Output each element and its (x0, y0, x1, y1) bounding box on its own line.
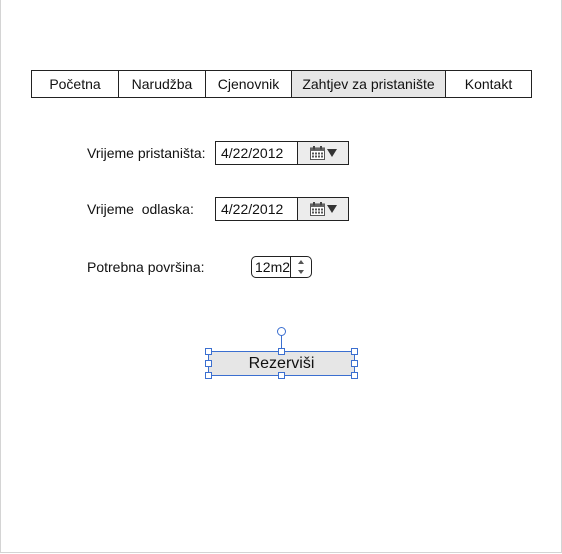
resize-handle-bottom-left[interactable] (205, 372, 212, 379)
resize-handle-top-right[interactable] (351, 348, 358, 355)
resize-handle-left[interactable] (205, 360, 212, 367)
resize-handle-top-left[interactable] (205, 348, 212, 355)
calendar-icon (309, 146, 325, 160)
arrow-down-icon (298, 270, 305, 274)
required-area-label: Potrebna površina: (87, 259, 205, 275)
arrival-date-value[interactable]: 4/22/2012 (216, 142, 298, 164)
arrival-date-picker[interactable]: 4/22/2012 (215, 141, 349, 165)
chevron-down-icon (326, 149, 337, 157)
area-stepper-value[interactable]: 12m2 (252, 257, 292, 277)
area-stepper[interactable]: 12m2 (251, 256, 312, 278)
tab-narudzba[interactable]: Narudžba (119, 71, 206, 97)
arrival-date-dropdown-button[interactable] (298, 142, 348, 164)
departure-time-label: Vrijeme odlaska: (87, 201, 194, 217)
rotation-handle[interactable] (277, 327, 286, 336)
calendar-icon (309, 202, 325, 216)
arrow-up-icon (298, 260, 305, 264)
departure-date-dropdown-button[interactable] (298, 198, 348, 220)
stepper-arrows (291, 257, 311, 277)
resize-handle-bottom-right[interactable] (351, 372, 358, 379)
tab-kontakt[interactable]: Kontakt (446, 71, 531, 97)
step-up-button[interactable] (291, 257, 311, 267)
tab-pocetna[interactable]: Početna (32, 71, 119, 97)
arrival-time-label: Vrijeme pristaništa: (87, 145, 206, 161)
resize-handle-top[interactable] (278, 348, 285, 355)
departure-date-value[interactable]: 4/22/2012 (216, 198, 298, 220)
tab-zahtjev-za-pristaniste[interactable]: Zahtjev za pristanište (292, 71, 446, 97)
nav-tab-bar: Početna Narudžba Cjenovnik Zahtjev za pr… (31, 70, 532, 98)
departure-date-picker[interactable]: 4/22/2012 (215, 197, 349, 221)
step-down-button[interactable] (291, 267, 311, 277)
rotation-handle-line (281, 335, 282, 349)
tab-cjenovnik[interactable]: Cjenovnik (206, 71, 292, 97)
chevron-down-icon (326, 205, 337, 213)
resize-handle-right[interactable] (351, 360, 358, 367)
resize-handle-bottom[interactable] (278, 372, 285, 379)
